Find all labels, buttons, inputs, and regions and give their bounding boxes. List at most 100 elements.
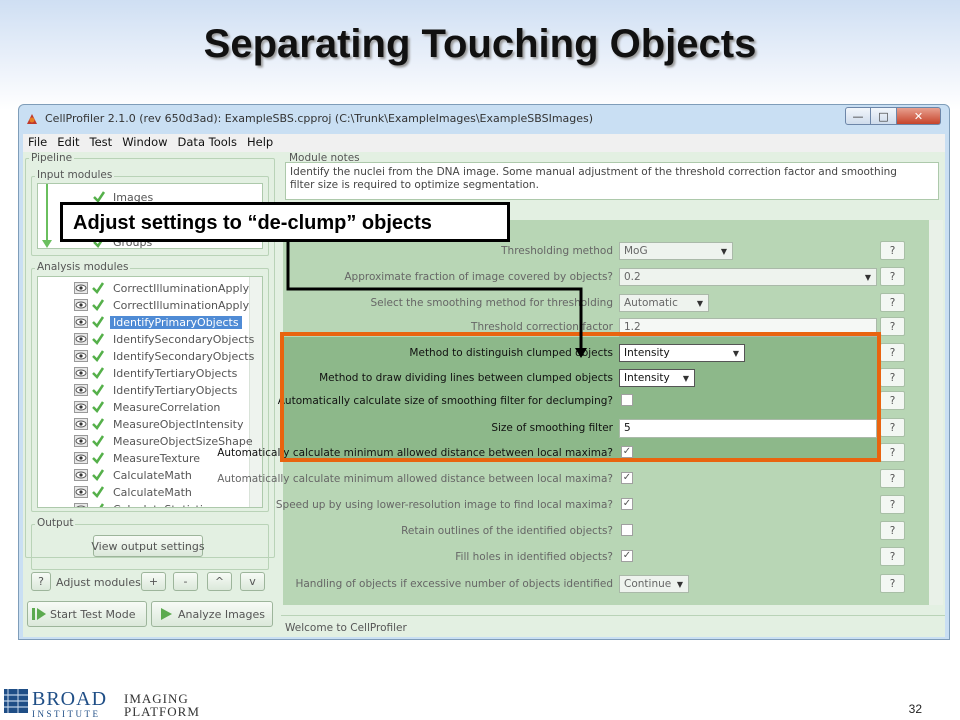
- check-icon[interactable]: [91, 451, 105, 465]
- check-icon[interactable]: [91, 502, 105, 508]
- check-icon[interactable]: [91, 383, 105, 397]
- setting-help-button[interactable]: ?: [880, 343, 905, 362]
- analysis-module-item[interactable]: CorrectIlluminationApply: [38, 297, 262, 314]
- move-down-button[interactable]: v: [240, 572, 265, 591]
- analysis-module-item[interactable]: IdentifyTertiaryObjects: [38, 382, 262, 399]
- setting-help-button[interactable]: ?: [880, 574, 905, 593]
- setting-help-button[interactable]: ?: [880, 547, 905, 566]
- menu-help[interactable]: Help: [242, 134, 278, 152]
- analysis-module-item[interactable]: IdentifySecondaryObjects: [38, 348, 262, 365]
- maximize-button[interactable]: □: [871, 107, 897, 125]
- setting-help-button[interactable]: ?: [880, 443, 905, 462]
- menu-file[interactable]: File: [23, 134, 52, 152]
- remove-module-button[interactable]: -: [173, 572, 198, 591]
- check-icon[interactable]: [91, 400, 105, 414]
- analysis-module-item[interactable]: MeasureObjectIntensity: [38, 416, 262, 433]
- check-icon[interactable]: [91, 366, 105, 380]
- setting-dropdown[interactable]: MoG ▼: [619, 242, 733, 260]
- eye-icon[interactable]: [74, 367, 88, 379]
- setting-checkbox[interactable]: [621, 550, 633, 562]
- menu-data-tools[interactable]: Data Tools: [173, 134, 242, 152]
- eye-icon[interactable]: [74, 316, 88, 328]
- check-icon[interactable]: [91, 485, 105, 499]
- view-output-settings-button[interactable]: View output settings: [91, 535, 205, 557]
- logo-broad-text: BROAD: [32, 688, 108, 710]
- eye-icon[interactable]: [74, 469, 88, 481]
- menu-edit[interactable]: Edit: [52, 134, 84, 152]
- check-icon[interactable]: [91, 468, 105, 482]
- menu-test[interactable]: Test: [85, 134, 118, 152]
- pipeline-label: Pipeline: [29, 152, 75, 164]
- logo-platform-text: PLATFORM: [124, 704, 200, 719]
- setting-help-button[interactable]: ?: [880, 469, 905, 488]
- setting-help-button[interactable]: ?: [880, 293, 905, 312]
- setting-help-button[interactable]: ?: [880, 521, 905, 540]
- eye-icon[interactable]: [74, 452, 88, 464]
- eye-icon[interactable]: [74, 333, 88, 345]
- dropdown-arrow-icon: ▼: [696, 299, 703, 308]
- module-notes-text[interactable]: Identify the nuclei from the DNA image. …: [285, 162, 939, 200]
- eye-icon[interactable]: [74, 435, 88, 447]
- page-number: 32: [908, 702, 922, 716]
- analysis-modules-label: Analysis modules: [35, 261, 131, 273]
- setting-checkbox[interactable]: [621, 524, 633, 536]
- move-up-button[interactable]: ^: [207, 572, 232, 591]
- analysis-module-item[interactable]: MeasureCorrelation: [38, 399, 262, 416]
- setting-dropdown[interactable]: Automatic ▼: [619, 294, 709, 312]
- setting-label: Handling of objects if excessive number …: [295, 578, 613, 590]
- title-bar: CellProfiler 2.1.0 (rev 650d3ad): Exampl…: [19, 105, 949, 133]
- adjust-help-button[interactable]: ?: [31, 572, 51, 591]
- analyze-images-button[interactable]: Analyze Images: [151, 601, 273, 627]
- setting-dropdown[interactable]: Continue ▼: [619, 575, 689, 593]
- input-modules-label: Input modules: [35, 169, 115, 181]
- analysis-module-item[interactable]: CalculateStatistics: [38, 501, 262, 508]
- check-icon[interactable]: [91, 298, 105, 312]
- setting-help-button[interactable]: ?: [880, 241, 905, 260]
- analysis-module-item[interactable]: CalculateMath: [38, 484, 262, 501]
- adjust-modules-label: Adjust modules:: [56, 576, 145, 589]
- setting-help-button[interactable]: ?: [880, 317, 905, 336]
- setting-help-button[interactable]: ?: [880, 267, 905, 286]
- start-test-mode-button[interactable]: Start Test Mode: [27, 601, 147, 627]
- setting-help-button[interactable]: ?: [880, 368, 905, 387]
- analysis-module-item[interactable]: CorrectIlluminationApply: [38, 280, 262, 297]
- eye-icon[interactable]: [74, 401, 88, 413]
- setting-checkbox[interactable]: [621, 498, 633, 510]
- settings-scrollbar[interactable]: [929, 220, 943, 605]
- eye-icon[interactable]: [74, 503, 88, 508]
- check-icon[interactable]: [91, 281, 105, 295]
- callout-box: Adjust settings to “de-clump” objects: [60, 202, 510, 242]
- check-icon[interactable]: [91, 332, 105, 346]
- setting-checkbox[interactable]: [621, 472, 633, 484]
- eye-icon[interactable]: [74, 299, 88, 311]
- eye-icon[interactable]: [74, 282, 88, 294]
- eye-icon[interactable]: [74, 350, 88, 362]
- dropdown-arrow-icon: ▼: [720, 247, 727, 256]
- check-icon[interactable]: [91, 434, 105, 448]
- eye-icon[interactable]: [74, 384, 88, 396]
- analysis-module-item[interactable]: IdentifyTertiaryObjects: [38, 365, 262, 382]
- check-icon[interactable]: [91, 315, 105, 329]
- minimize-button[interactable]: —: [845, 107, 871, 125]
- broad-logo: BROAD INSTITUTE IMAGING PLATFORM: [4, 688, 214, 719]
- check-icon[interactable]: [91, 417, 105, 431]
- add-module-button[interactable]: +: [141, 572, 166, 591]
- analysis-module-item[interactable]: IdentifyPrimaryObjects: [38, 314, 262, 331]
- setting-help-button[interactable]: ?: [880, 391, 905, 410]
- analysis-module-item[interactable]: IdentifySecondaryObjects: [38, 331, 262, 348]
- close-button[interactable]: ✕: [897, 107, 941, 125]
- menu-window[interactable]: Window: [117, 134, 172, 152]
- eye-icon[interactable]: [74, 486, 88, 498]
- setting-label: Speed up by using lower-resolution image…: [275, 499, 613, 511]
- eye-icon[interactable]: [74, 418, 88, 430]
- status-bar: Welcome to CellProfiler: [281, 615, 945, 637]
- setting-label: Fill holes in identified objects?: [455, 551, 613, 563]
- slide-title: Separating Touching Objects: [203, 22, 757, 66]
- setting-help-button[interactable]: ?: [880, 418, 905, 437]
- declump-settings-highlight: [280, 332, 881, 462]
- logo-institute-text: INSTITUTE: [32, 709, 101, 719]
- check-icon[interactable]: [91, 349, 105, 363]
- cellprofiler-icon: [27, 114, 37, 124]
- setting-dropdown[interactable]: 0.2 ▼: [619, 268, 877, 286]
- setting-help-button[interactable]: ?: [880, 495, 905, 514]
